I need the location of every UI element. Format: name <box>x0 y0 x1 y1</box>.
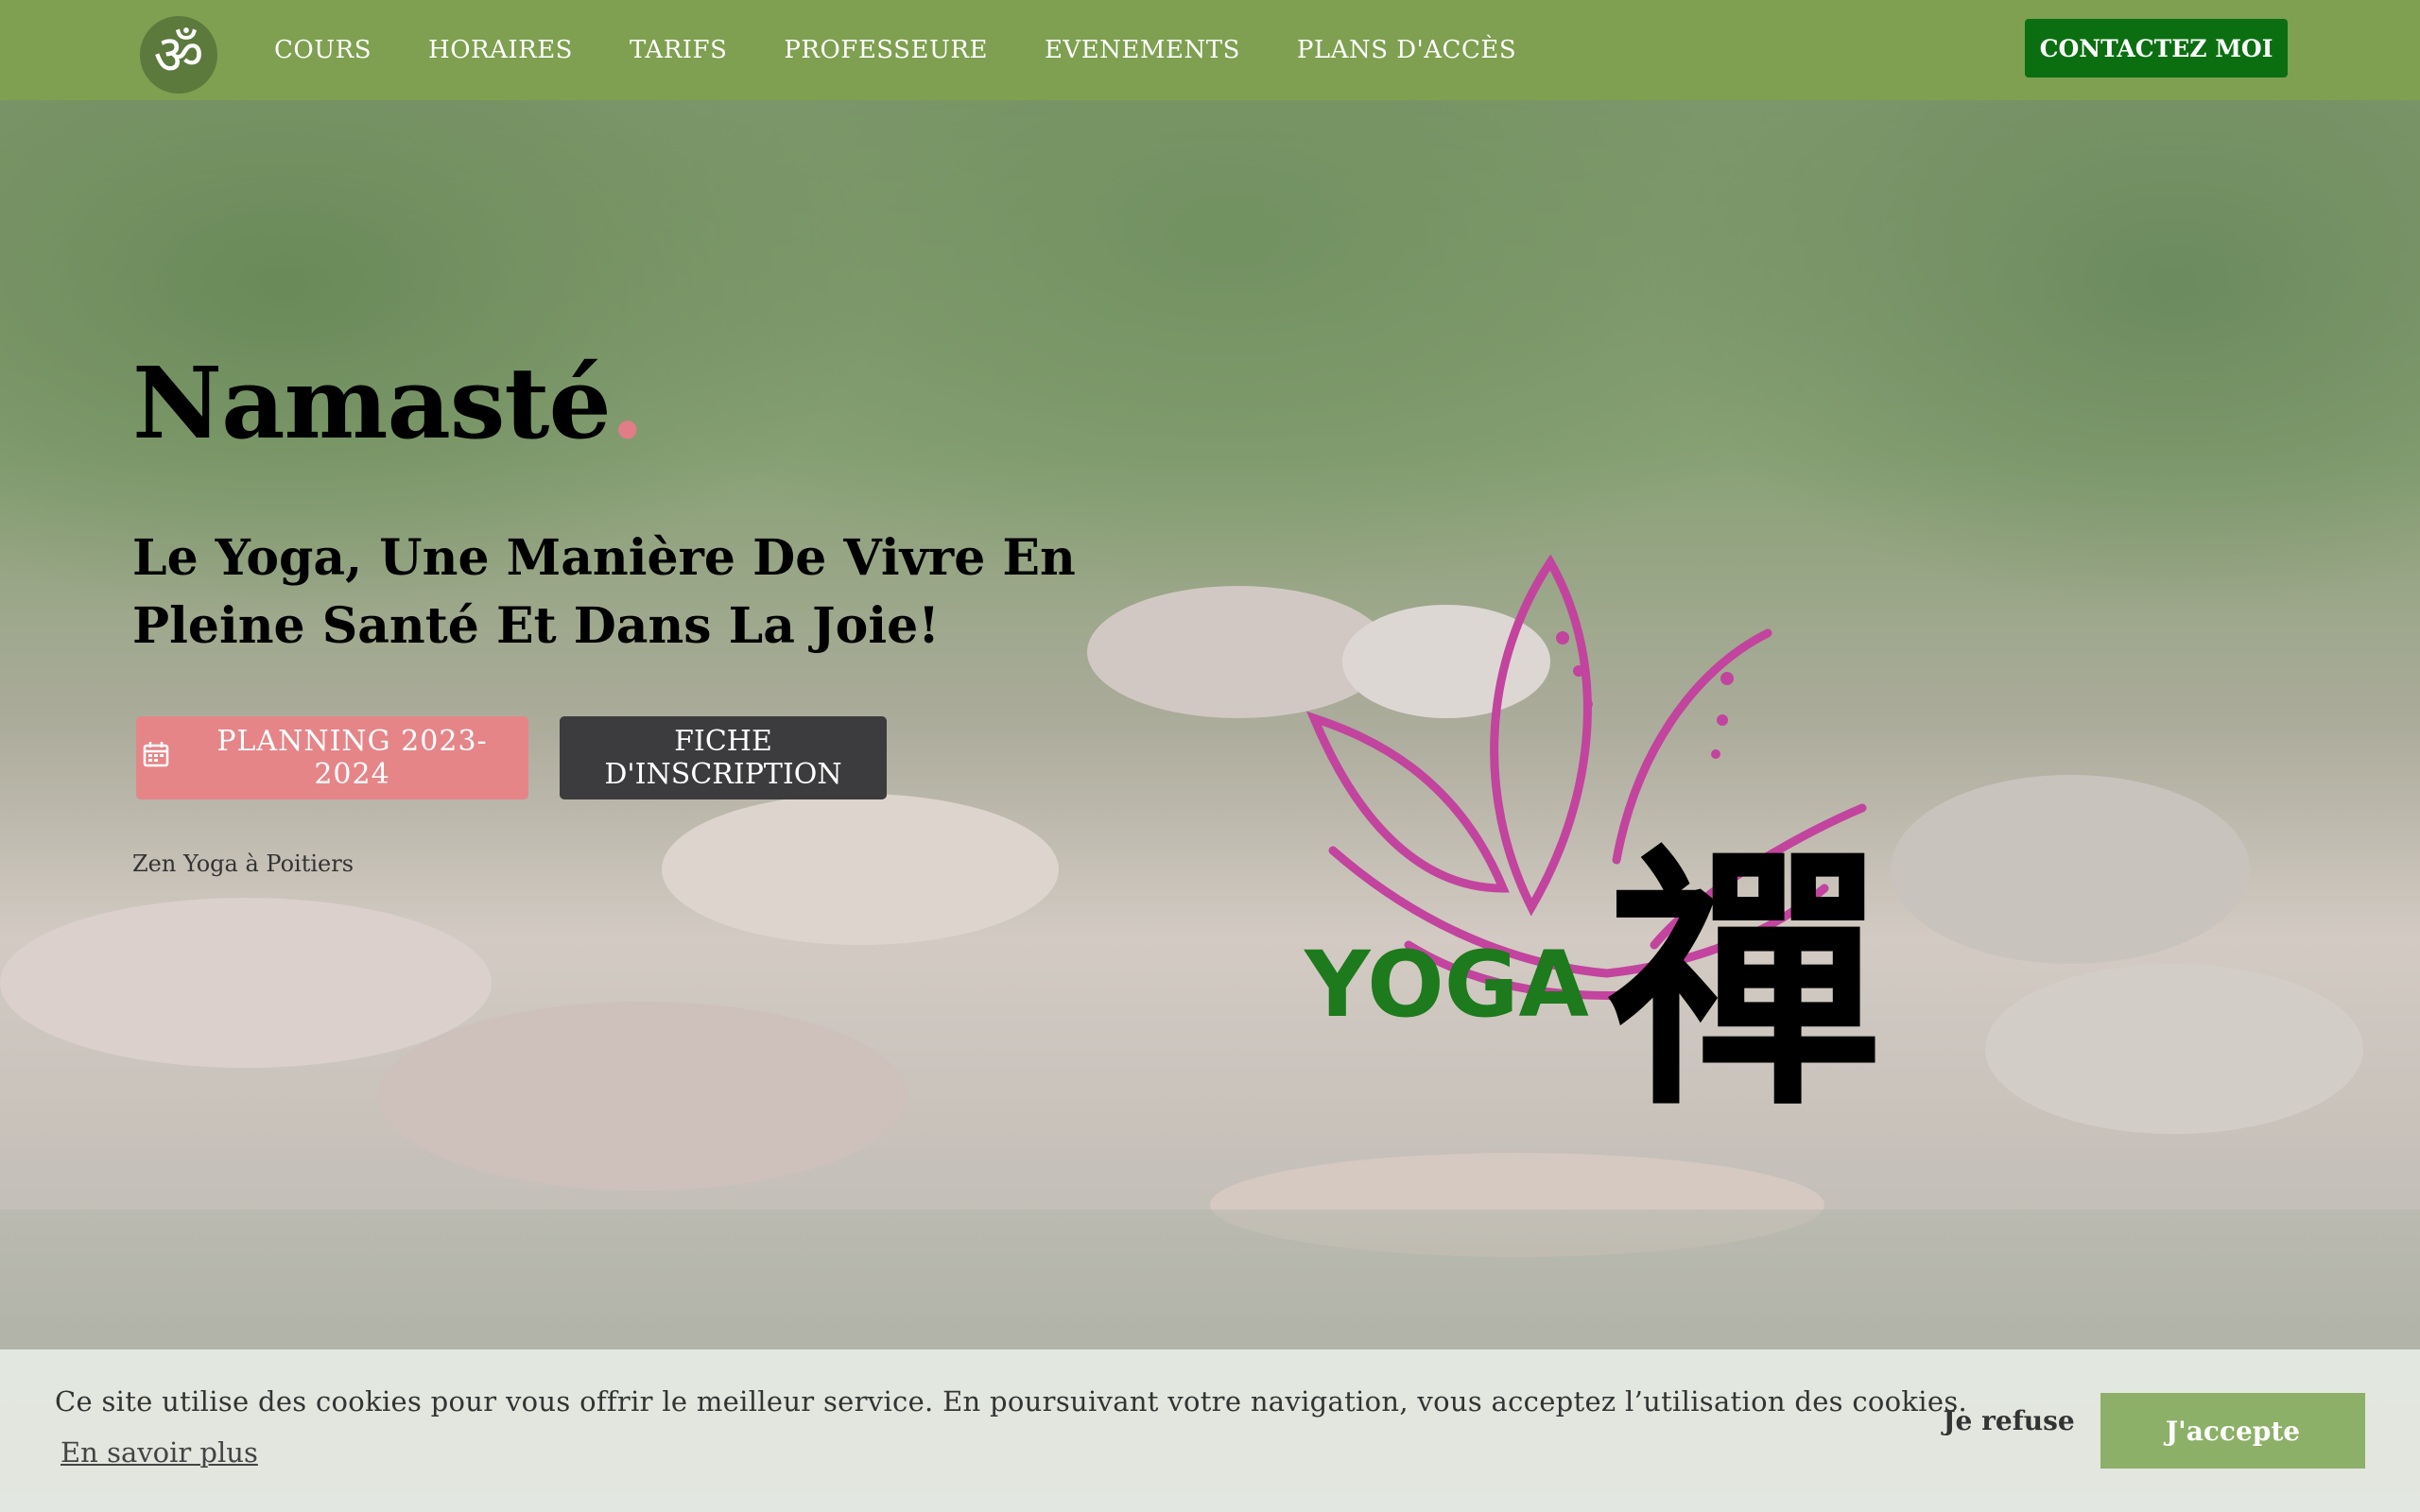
hero-title-text: Namasté <box>132 345 612 461</box>
nav-item-cours[interactable]: COURS <box>274 36 372 64</box>
nav-item-tarifs[interactable]: TARIFS <box>630 36 727 64</box>
om-logo-icon[interactable]: ॐ <box>140 16 217 94</box>
logo-kanji: 禪 <box>1607 824 1881 1143</box>
yoga-zen-logo: YOGA 禪 <box>1304 554 1881 1143</box>
nav-links: COURS HORAIRES TARIFS PROFESSEURE EVENEM… <box>274 0 1573 100</box>
hero-tagline: Zen Yoga à Poitiers <box>132 850 354 877</box>
hero-title-dot: . <box>610 345 645 461</box>
planning-button-label: PLANNING 2023-2024 <box>216 725 488 791</box>
nav-item-professeure[interactable]: PROFESSEURE <box>784 36 988 64</box>
cookie-message: Ce site utilise des cookies pour vous of… <box>55 1385 1968 1418</box>
logo-yoga-text: YOGA <box>1304 932 1589 1038</box>
nav-item-plans-acces[interactable]: PLANS D'ACCÈS <box>1297 36 1516 64</box>
planning-button[interactable]: PLANNING 2023-2024 <box>136 716 528 799</box>
cookie-learn-more-link[interactable]: En savoir plus <box>60 1436 258 1469</box>
nav-item-evenements[interactable]: EVENEMENTS <box>1045 36 1240 64</box>
inscription-button[interactable]: FICHE D'INSCRIPTION <box>560 716 887 799</box>
cookie-refuse-button[interactable]: Je refuse <box>1928 1387 2089 1453</box>
cookie-accept-button[interactable]: J'accepte <box>2100 1393 2365 1469</box>
nav-item-horaires[interactable]: HORAIRES <box>428 36 573 64</box>
contact-button[interactable]: CONTACTEZ MOI <box>2025 19 2288 77</box>
hero-subtitle: Le Yoga, Une Manière De Vivre En Pleine … <box>132 529 1076 655</box>
cookie-banner: Ce site utilise des cookies pour vous of… <box>0 1349 2420 1512</box>
hero-title: Namasté. <box>132 345 645 461</box>
top-navbar: ॐ COURS HORAIRES TARIFS PROFESSEURE EVEN… <box>0 0 2420 100</box>
calendar-icon <box>142 740 170 776</box>
